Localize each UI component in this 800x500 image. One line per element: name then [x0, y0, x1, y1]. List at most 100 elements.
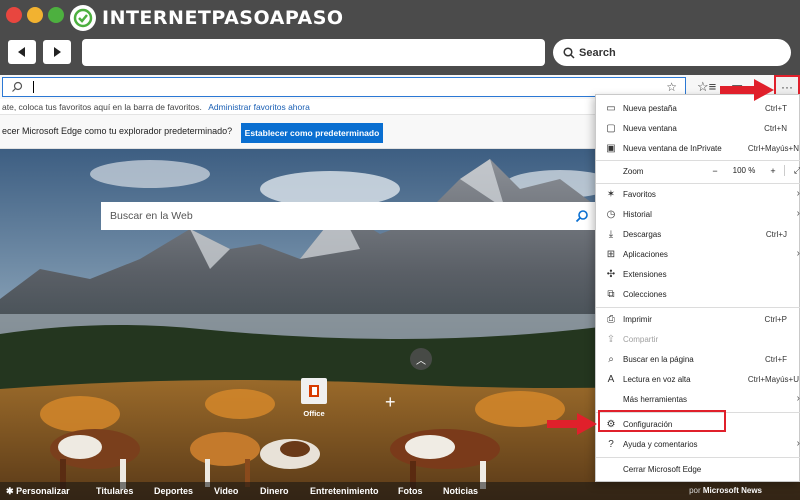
- menu-item-favorites[interactable]: ✶ Favoritos ›: [596, 185, 800, 205]
- frame-navigation-bar: Search: [0, 35, 800, 75]
- add-favorite-star-icon[interactable]: ☆: [666, 80, 677, 94]
- menu-item-close-edge[interactable]: Cerrar Microsoft Edge: [596, 460, 800, 480]
- puzzle-icon: ✣: [606, 269, 616, 280]
- settings-highlight-box: [598, 410, 726, 432]
- more-dots-icon: ···: [781, 80, 793, 94]
- news-tab-titulares[interactable]: Titulares: [96, 486, 133, 496]
- menu-item-apps[interactable]: ⊞ Aplicaciones ›: [596, 245, 800, 265]
- menu-separator: [596, 160, 800, 161]
- favorites-icon[interactable]: ☆≡: [697, 79, 716, 95]
- download-icon: ⤓: [608, 229, 614, 240]
- menu-item-help[interactable]: ? Ayuda y comentarios ›: [596, 435, 800, 455]
- brand-part-1: INTERNET: [102, 7, 212, 29]
- chevron-right-icon: ›: [796, 208, 800, 219]
- manage-favorites-link[interactable]: Administrar favoritos ahora: [208, 102, 310, 112]
- menu-item-label: Descargas: [623, 230, 662, 239]
- back-button[interactable]: [8, 40, 36, 64]
- news-tab-deportes[interactable]: Deportes: [154, 486, 193, 496]
- menu-item-read-aloud[interactable]: A Lectura en voz alta Ctrl+Mayús+U: [596, 370, 800, 390]
- back-arrow-icon: [18, 47, 25, 57]
- web-search-placeholder: Buscar en la Web: [110, 210, 193, 222]
- menu-item-label: Nueva ventana de InPrivate: [623, 144, 722, 153]
- news-tab-dinero[interactable]: Dinero: [260, 486, 289, 496]
- chevron-right-icon: ›: [796, 438, 800, 449]
- news-tab-noticias[interactable]: Noticias: [443, 486, 478, 496]
- menu-item-new-window[interactable]: ▢ Nueva ventana Ctrl+N: [596, 119, 800, 139]
- brand-emblem-icon: [70, 5, 96, 31]
- menu-item-downloads[interactable]: ⤓ Descargas Ctrl+J: [596, 225, 800, 245]
- menu-item-label: Historial: [623, 210, 652, 219]
- news-tab-entretenimiento[interactable]: Entretenimiento: [310, 486, 379, 496]
- menu-item-shortcut: Ctrl+J: [765, 230, 787, 239]
- scroll-up-chevron-icon[interactable]: ︿: [410, 348, 432, 370]
- menu-item-label: Zoom: [623, 167, 644, 176]
- menu-item-zoom: Zoom − 100 % + ⤢: [596, 162, 800, 182]
- brand-logo: INTERNETPASOAPASO: [70, 5, 344, 31]
- zoom-level: 100 %: [732, 166, 756, 175]
- menu-item-shortcut: Ctrl+Mayús+U: [747, 375, 799, 384]
- address-bar[interactable]: ☆: [2, 77, 686, 97]
- zoom-in-button[interactable]: +: [762, 166, 784, 176]
- menu-item-label: Extensiones: [623, 270, 667, 279]
- menu-item-label: Buscar en la página: [623, 355, 694, 364]
- brand-part-4: PASO: [284, 7, 344, 29]
- find-on-page-icon: ⌕: [608, 354, 614, 365]
- add-quick-link-plus-icon[interactable]: +: [385, 392, 396, 413]
- menu-item-new-inprivate-window[interactable]: ▣ Nueva ventana de InPrivate Ctrl+Mayús+…: [596, 139, 800, 159]
- news-attribution-prefix: por: [689, 486, 701, 495]
- news-attribution-brand: Microsoft News: [702, 486, 762, 495]
- frame-search-field[interactable]: Search: [553, 39, 791, 66]
- close-window-button[interactable]: [6, 7, 22, 23]
- favorites-star-icon: ✶: [606, 189, 616, 200]
- menu-item-shortcut: Ctrl+F: [765, 355, 787, 364]
- search-icon: [563, 46, 575, 59]
- news-tab-fotos[interactable]: Fotos: [398, 486, 423, 496]
- gear-icon: ✱: [6, 486, 14, 496]
- menu-item-label: Lectura en voz alta: [623, 375, 691, 384]
- apps-grid-icon: ⊞: [606, 249, 616, 260]
- zoom-out-button[interactable]: −: [704, 166, 726, 176]
- menu-item-shortcut: Ctrl+N: [764, 124, 787, 133]
- new-tab-icon: ▭: [606, 103, 616, 114]
- forward-button[interactable]: [43, 40, 71, 64]
- menu-item-shortcut: Ctrl+P: [764, 315, 787, 324]
- menu-item-share: ⇪ Compartir: [596, 330, 800, 350]
- menu-item-label: Más herramientas: [623, 395, 688, 404]
- favorites-hint-text: ate, coloca tus favoritos aquí en la bar…: [2, 102, 202, 112]
- office-icon: [301, 378, 327, 404]
- inprivate-icon: ▣: [606, 143, 616, 154]
- chevron-right-icon: ›: [796, 248, 800, 259]
- share-icon: ⇪: [606, 334, 616, 345]
- news-tab-video[interactable]: Video: [214, 486, 238, 496]
- brand-part-2: PASO: [211, 7, 270, 29]
- menu-item-find-on-page[interactable]: ⌕ Buscar en la página Ctrl+F: [596, 350, 800, 370]
- news-navigation-bar: ✱ Personalizar Titulares Deportes Video …: [0, 482, 800, 500]
- forward-arrow-icon: [54, 47, 61, 57]
- news-tab-personalizar[interactable]: ✱ Personalizar: [6, 486, 70, 497]
- menu-item-print[interactable]: ⎙ Imprimir Ctrl+P: [596, 310, 800, 330]
- menu-item-history[interactable]: ◷ Historial ›: [596, 205, 800, 225]
- menu-item-more-tools[interactable]: Más herramientas ›: [596, 390, 800, 410]
- menu-item-shortcut: Ctrl+Mayús+N: [747, 144, 799, 153]
- menu-item-collections[interactable]: ⧉ Colecciones: [596, 285, 800, 305]
- text-caret: [33, 81, 34, 93]
- brand-part-3: A: [269, 7, 285, 29]
- collections-icon: ⧉: [607, 289, 615, 300]
- news-attribution: por Microsoft News: [689, 486, 762, 495]
- maximize-window-button[interactable]: [48, 7, 64, 23]
- frame-search-label: Search: [579, 46, 616, 59]
- frame-url-field[interactable]: [82, 39, 545, 66]
- menu-item-label: Nueva pestaña: [623, 104, 677, 113]
- menu-item-extensions[interactable]: ✣ Extensiones: [596, 265, 800, 285]
- search-icon: [12, 81, 23, 92]
- quick-link-office[interactable]: Office: [298, 378, 330, 422]
- news-tab-label: Personalizar: [16, 486, 70, 496]
- read-aloud-icon: A: [607, 374, 615, 385]
- red-arrow-pointer-icon: [720, 79, 774, 101]
- brand-name: INTERNETPASOAPASO: [102, 7, 344, 29]
- search-icon[interactable]: [575, 209, 589, 223]
- web-search-box[interactable]: Buscar en la Web: [101, 202, 595, 230]
- set-default-button[interactable]: Establecer como predeterminado: [241, 123, 383, 143]
- minimize-window-button[interactable]: [27, 7, 43, 23]
- fullscreen-icon[interactable]: ⤢: [784, 165, 800, 176]
